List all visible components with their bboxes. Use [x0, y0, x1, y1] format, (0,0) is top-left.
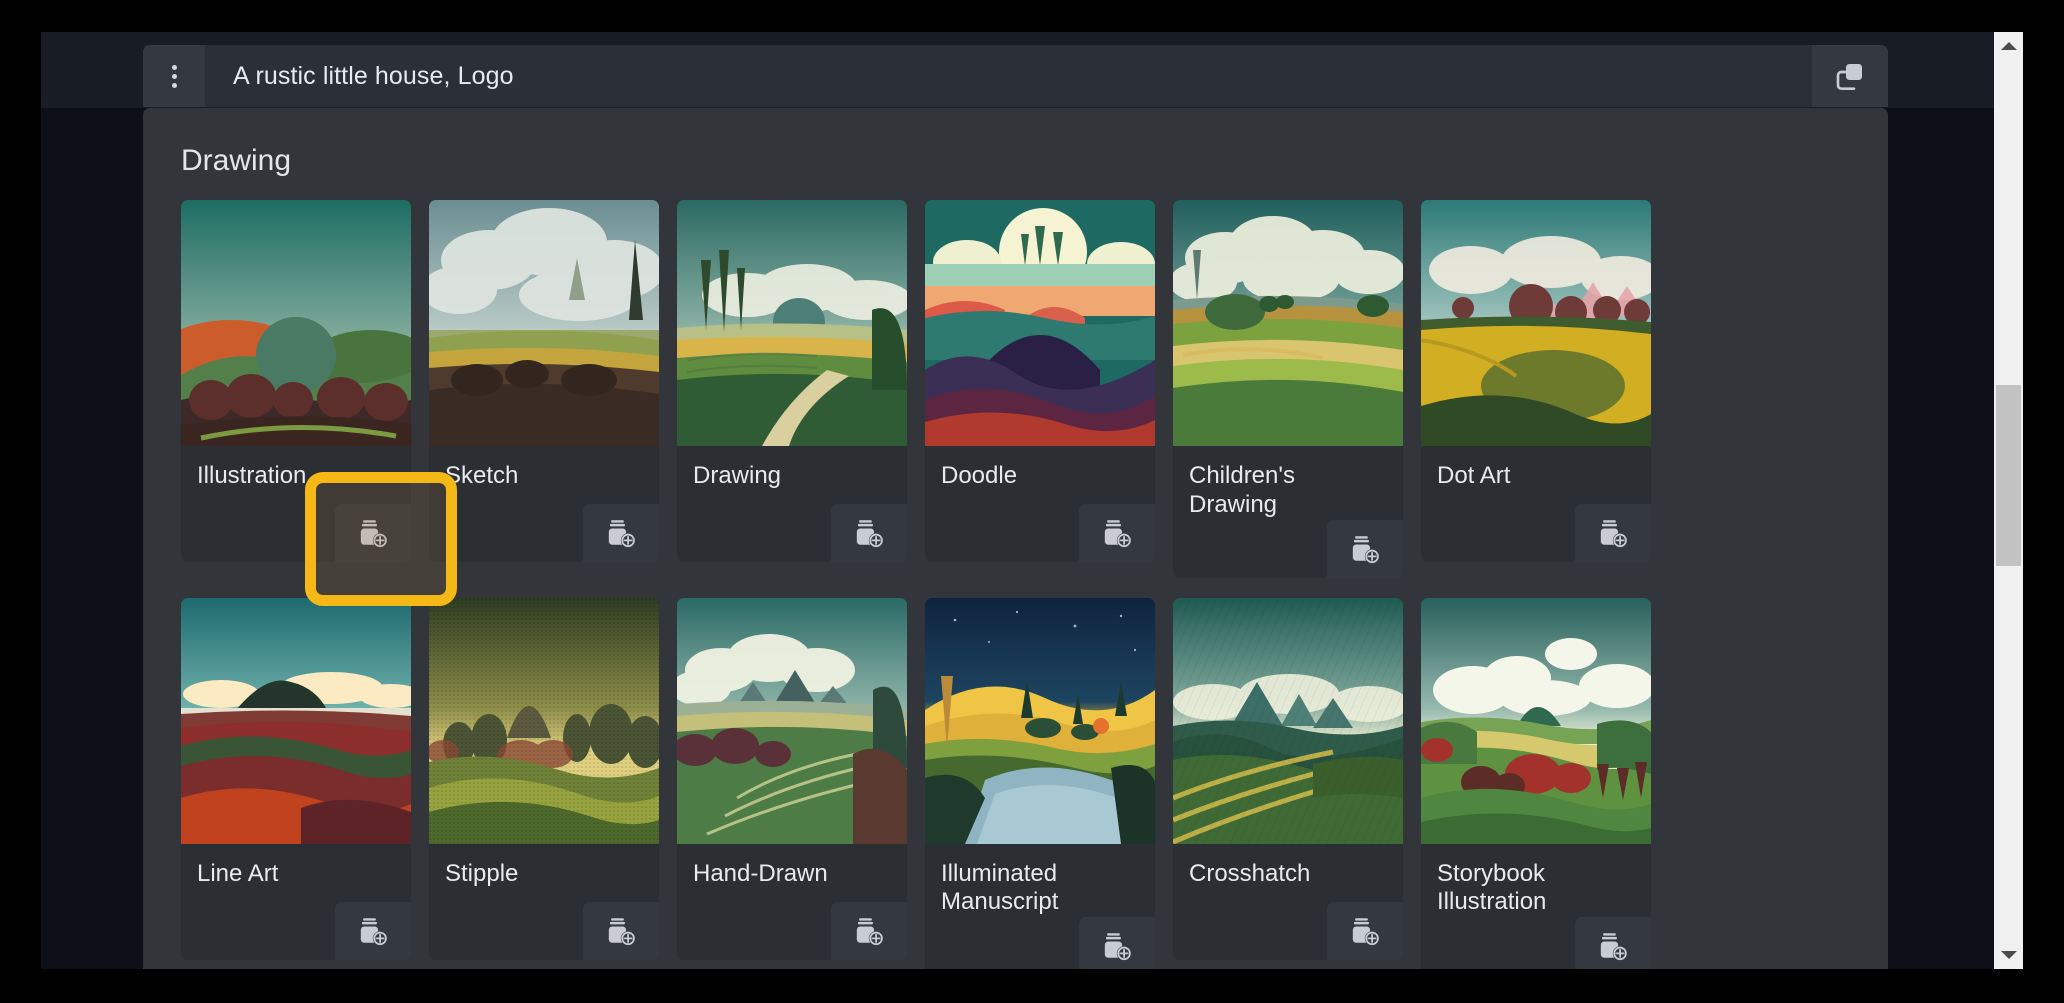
style-card-line-art[interactable]: Line Art — [181, 597, 411, 960]
scroll-up-button[interactable] — [1994, 32, 2023, 60]
style-card-sketch[interactable]: Sketch — [429, 200, 659, 562]
childrens-drawing-thumbnail — [1173, 200, 1403, 446]
add-to-collection-icon — [360, 520, 388, 548]
add-to-collection-button[interactable] — [831, 504, 907, 562]
add-to-collection-button[interactable] — [1327, 901, 1403, 960]
add-to-collection-button[interactable] — [335, 504, 411, 562]
style-card-stipple[interactable]: Stipple — [429, 597, 659, 960]
style-card-label: Line Art — [197, 859, 279, 887]
style-gallery-panel: Drawing Illustration Sketch Drawing Dood… — [143, 108, 1888, 969]
add-to-collection-icon — [608, 520, 636, 548]
kebab-menu-button[interactable] — [143, 45, 205, 107]
add-to-collection-icon — [1600, 933, 1628, 961]
card-footer — [429, 504, 659, 562]
copy-duplicate-icon — [1836, 64, 1862, 90]
add-to-collection-button[interactable] — [1575, 504, 1651, 562]
drawing-thumbnail — [677, 200, 907, 446]
kebab-menu-icon — [171, 64, 177, 88]
add-to-collection-button[interactable] — [335, 901, 411, 960]
style-card-illustration[interactable]: Illustration — [181, 200, 411, 562]
hand-drawn-thumbnail — [677, 597, 907, 844]
chevron-up-icon — [2000, 42, 2017, 50]
header-bar: A rustic little house, Logo — [41, 32, 2023, 108]
card-footer — [181, 504, 411, 562]
style-card-label: Storybook Illustration — [1437, 859, 1547, 916]
style-card-dot-art[interactable]: Dot Art — [1421, 200, 1651, 562]
add-to-collection-icon — [1104, 933, 1132, 961]
card-footer — [1421, 504, 1651, 562]
card-footer — [1173, 519, 1403, 578]
add-to-collection-icon — [856, 917, 884, 946]
add-to-collection-icon — [1104, 520, 1132, 548]
style-card-illuminated-manuscript[interactable]: Illuminated Manuscript — [925, 597, 1155, 969]
add-to-collection-icon — [608, 917, 636, 946]
card-footer — [925, 504, 1155, 562]
section-title: Drawing — [181, 144, 292, 177]
stipple-thumbnail — [429, 597, 659, 844]
style-card-storybook-illustration[interactable]: Storybook Illustration — [1421, 597, 1651, 969]
style-card-label: Sketch — [445, 462, 519, 489]
style-card-label: Illuminated Manuscript — [941, 859, 1059, 916]
add-to-collection-button[interactable] — [583, 504, 659, 562]
vertical-scrollbar[interactable] — [1994, 32, 2023, 969]
style-card-label: Illustration — [197, 462, 307, 489]
style-card-label: Children's Drawing — [1189, 462, 1295, 518]
add-to-collection-button[interactable] — [1079, 917, 1155, 969]
style-card-hand-drawn[interactable]: Hand-Drawn — [677, 597, 907, 960]
style-card-label: Doodle — [941, 462, 1018, 489]
style-card-label: Hand-Drawn — [693, 859, 828, 887]
style-card-crosshatch[interactable]: Crosshatch — [1173, 597, 1403, 960]
doodle-thumbnail — [925, 200, 1155, 446]
screen: A rustic little house, Logo Drawing Illu… — [0, 0, 2064, 1003]
add-to-collection-button[interactable] — [1079, 504, 1155, 562]
app-window: A rustic little house, Logo Drawing Illu… — [41, 32, 2023, 969]
style-card-drawing[interactable]: Drawing — [677, 200, 907, 562]
card-footer — [181, 901, 411, 960]
add-to-collection-button[interactable] — [1327, 519, 1403, 578]
copy-duplicate-button[interactable] — [1812, 45, 1888, 107]
scroll-down-button[interactable] — [1994, 941, 2023, 969]
card-footer — [1421, 917, 1651, 969]
sketch-thumbnail — [429, 200, 659, 446]
style-card-childrens-drawing[interactable]: Children's Drawing — [1173, 200, 1403, 578]
style-card-label: Crosshatch — [1189, 859, 1311, 887]
line-art-thumbnail — [181, 597, 411, 844]
add-to-collection-icon — [360, 917, 388, 946]
style-card-label: Stipple — [445, 859, 519, 887]
style-card-doodle[interactable]: Doodle — [925, 200, 1155, 562]
style-card-label: Dot Art — [1437, 462, 1511, 489]
add-to-collection-icon — [1352, 535, 1380, 564]
card-footer — [925, 917, 1155, 969]
prompt-input[interactable]: A rustic little house, Logo — [205, 45, 1812, 107]
scrollbar-thumb[interactable] — [1996, 385, 2021, 566]
storybook-illustration-thumbnail — [1421, 597, 1651, 844]
style-card-grid: Illustration Sketch Drawing Doodle Child… — [143, 200, 1888, 969]
card-footer — [1173, 901, 1403, 960]
card-footer — [677, 504, 907, 562]
add-to-collection-icon — [1600, 520, 1628, 548]
add-to-collection-button[interactable] — [1575, 917, 1651, 969]
illustration-thumbnail — [181, 200, 411, 446]
add-to-collection-button[interactable] — [583, 901, 659, 960]
chevron-down-icon — [2000, 951, 2017, 959]
crosshatch-thumbnail — [1173, 597, 1403, 844]
add-to-collection-button[interactable] — [831, 901, 907, 960]
add-to-collection-icon — [856, 520, 884, 548]
illuminated-manuscript-thumbnail — [925, 597, 1155, 844]
card-footer — [677, 901, 907, 960]
prompt-search-bar[interactable]: A rustic little house, Logo — [143, 45, 1888, 107]
dot-art-thumbnail — [1421, 200, 1651, 446]
card-footer — [429, 901, 659, 960]
style-card-label: Drawing — [693, 462, 782, 489]
add-to-collection-icon — [1352, 917, 1380, 946]
